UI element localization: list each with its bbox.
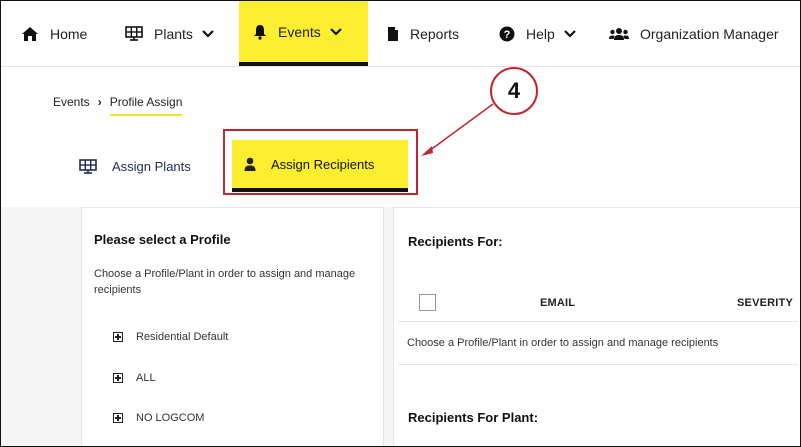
callout-step-number: 4 [490, 67, 538, 115]
nav-events[interactable]: Events [239, 1, 368, 66]
nav-home-label: Home [50, 25, 88, 42]
profile-panel: Please select a Profile Choose a Profile… [81, 207, 384, 446]
chevron-down-icon [202, 29, 214, 38]
expand-plus-icon[interactable] [113, 413, 123, 423]
profile-item[interactable]: NO LOGCOM [113, 412, 204, 424]
chevron-down-icon [330, 27, 342, 36]
breadcrumb-current: Profile Assign [109, 95, 183, 116]
chevron-right-icon: › [97, 95, 102, 109]
profile-item-label: NO LOGCOM [136, 412, 205, 424]
nav-plants[interactable]: Plants [125, 1, 214, 66]
profile-item[interactable]: ALL [113, 372, 156, 384]
table-row-divider [398, 364, 798, 365]
solar-panel-icon [125, 26, 143, 41]
profile-item-label: ALL [136, 372, 156, 384]
nav-plants-label: Plants [154, 25, 193, 42]
top-nav: Home Plants Events Reports ? Help Organi… [1, 1, 800, 67]
nav-organization-manager-label: Organization Manager [640, 25, 779, 42]
breadcrumb-events-link[interactable]: Events [53, 95, 90, 109]
table-header-divider [398, 321, 798, 322]
breadcrumb: Events › Profile Assign [53, 95, 183, 116]
profile-panel-description: Choose a Profile/Plant in order to assig… [94, 268, 356, 296]
nav-help-label: Help [526, 25, 555, 42]
expand-plus-icon[interactable] [113, 332, 123, 342]
nav-reports[interactable]: Reports [387, 1, 459, 66]
document-icon [387, 26, 399, 42]
nav-organization-manager[interactable]: Organization Manager [609, 1, 779, 66]
nav-events-label: Events [278, 23, 321, 40]
users-icon [609, 27, 629, 41]
svg-text:?: ? [504, 29, 511, 41]
chevron-down-icon [564, 29, 576, 38]
column-header-severity[interactable]: SEVERITY [737, 297, 793, 309]
question-circle-icon: ? [499, 26, 515, 42]
recipients-panel: Recipients For: EMAIL SEVERITY Choose a … [393, 207, 800, 446]
home-icon [21, 26, 39, 42]
nav-home[interactable]: Home [21, 1, 87, 66]
callout-highlight-box [223, 129, 418, 195]
tab-assign-plants-label: Assign Plants [112, 158, 191, 174]
expand-plus-icon[interactable] [113, 373, 123, 383]
recipients-plant-title: Recipients For Plant: [408, 410, 539, 425]
solar-panel-icon [79, 158, 97, 174]
recipients-panel-title: Recipients For: [408, 234, 503, 249]
tab-assign-plants[interactable]: Assign Plants [79, 140, 191, 192]
profile-item[interactable]: Residential Default [113, 331, 228, 343]
recipients-empty-message: Choose a Profile/Plant in order to assig… [407, 337, 719, 349]
column-header-email[interactable]: EMAIL [540, 297, 575, 309]
profile-panel-title: Please select a Profile [94, 232, 231, 247]
bell-icon [253, 24, 267, 40]
nav-help[interactable]: ? Help [499, 1, 576, 66]
app-window: Home Plants Events Reports ? Help Organi… [0, 0, 801, 447]
nav-reports-label: Reports [410, 25, 460, 42]
select-all-checkbox[interactable] [419, 294, 436, 311]
profile-item-label: Residential Default [136, 331, 229, 343]
